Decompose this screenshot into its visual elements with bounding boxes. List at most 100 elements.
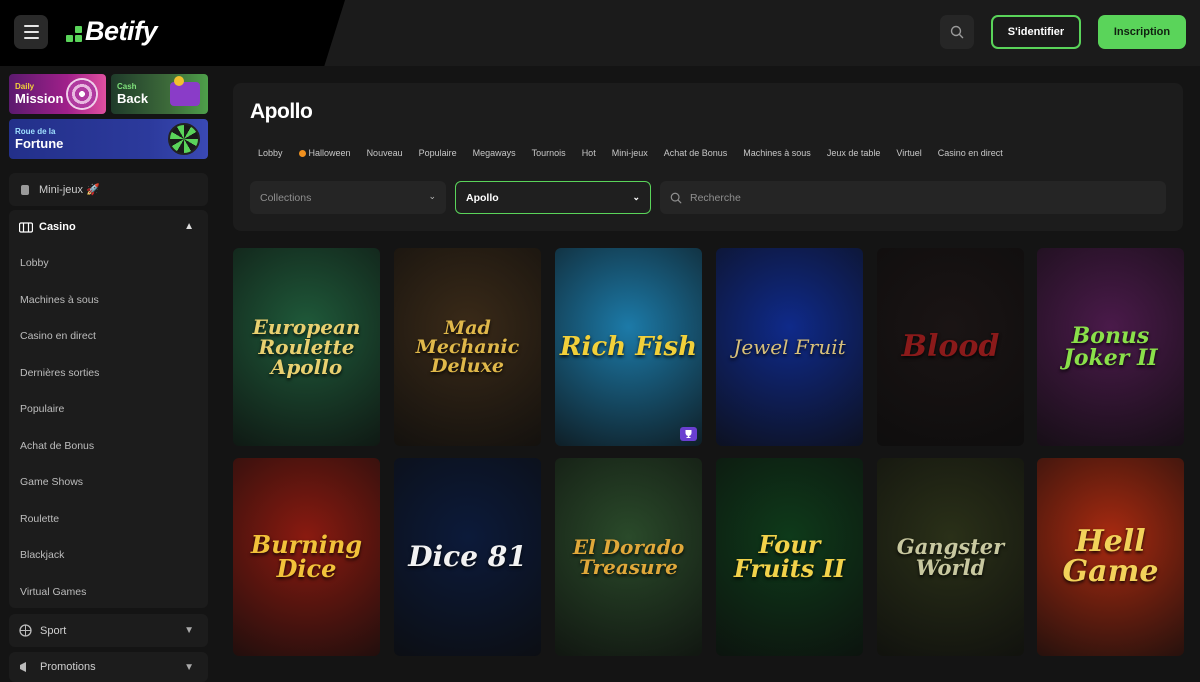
casino-icon xyxy=(19,221,33,233)
sidebar-item-mini-jeux[interactable]: Mini-jeux 🚀 xyxy=(9,173,208,206)
game-title: Jewel Fruit xyxy=(733,335,846,359)
collections-placeholder: Collections xyxy=(260,191,312,204)
sidebar-item-blackjack[interactable]: Blackjack xyxy=(20,549,64,561)
trophy-icon xyxy=(680,427,697,441)
header-brand-area xyxy=(0,0,345,66)
game-search-field[interactable] xyxy=(660,181,1166,214)
game-card[interactable]: Rich Fish xyxy=(555,248,702,446)
tab-megaways[interactable]: Megaways xyxy=(465,144,524,168)
sidebar-item-bonus-buy[interactable]: Achat de Bonus xyxy=(20,440,94,452)
top-header: Betify S'identifier Inscription xyxy=(0,0,1200,66)
tab-nouveau[interactable]: Nouveau xyxy=(359,144,411,168)
game-card[interactable]: Four Fruits II xyxy=(716,458,863,656)
provider-select[interactable]: Apollo ⌄ xyxy=(455,181,651,214)
game-card[interactable]: Bonus Joker II xyxy=(1037,248,1184,446)
game-title: Four Fruits II xyxy=(733,530,846,583)
sidebar-item-roulette[interactable]: Roulette xyxy=(20,513,59,525)
chevron-down-icon[interactable]: ▼ xyxy=(184,625,194,636)
chevron-up-icon[interactable]: ▲ xyxy=(184,221,194,232)
logo-text: Betify xyxy=(85,15,158,46)
casino-section: Casino ▲ Lobby Machines à sous Casino en… xyxy=(9,210,208,608)
sidebar-item-promotions[interactable]: Promotions ▼ xyxy=(9,652,208,682)
chevron-down-icon: ⌄ xyxy=(428,191,436,201)
tab-jeux-table[interactable]: Jeux de table xyxy=(819,144,889,168)
game-title: Burning Dice xyxy=(250,530,363,583)
search-icon[interactable] xyxy=(940,15,974,49)
tab-halloween[interactable]: Halloween xyxy=(291,144,359,168)
fortune-wheel-icon xyxy=(168,123,200,155)
betify-logo[interactable]: Betify xyxy=(66,15,158,46)
promo-cash-small: Cash xyxy=(117,82,137,91)
hamburger-menu-icon[interactable] xyxy=(14,15,48,49)
fortune-wheel-banner[interactable]: Roue de la Fortune xyxy=(9,119,208,159)
sidebar: Daily Mission Cash Back Roue de la Fortu… xyxy=(0,66,218,682)
game-card[interactable]: European Roulette Apollo xyxy=(233,248,380,446)
target-icon xyxy=(66,78,98,110)
promo-cash-big: Back xyxy=(117,91,149,106)
tab-populaire[interactable]: Populaire xyxy=(411,144,465,168)
tab-hot[interactable]: Hot xyxy=(574,144,604,168)
promo-mission-small: Daily xyxy=(15,82,35,91)
sidebar-item-game-shows[interactable]: Game Shows xyxy=(20,476,83,488)
ball-icon xyxy=(19,624,32,637)
provider-panel: Apollo Lobby Halloween Nouveau Populaire… xyxy=(233,83,1183,231)
sidebar-item-latest[interactable]: Dernières sorties xyxy=(20,367,99,379)
sidebar-item-lobby[interactable]: Lobby xyxy=(20,257,49,269)
promo-fortune-big: Fortune xyxy=(15,136,64,151)
daily-mission-banner[interactable]: Daily Mission xyxy=(9,74,106,114)
game-title: Blood xyxy=(901,329,1000,364)
provider-selected-value: Apollo xyxy=(466,191,499,204)
sidebar-item-live-casino[interactable]: Casino en direct xyxy=(20,330,96,342)
chevron-down-icon: ⌄ xyxy=(632,192,640,202)
game-title: Mad Mechanic Deluxe xyxy=(415,316,520,377)
login-button[interactable]: S'identifier xyxy=(991,15,1081,49)
promotions-label: Promotions xyxy=(40,661,96,673)
game-title: Gangster World xyxy=(896,534,1005,580)
wallet-icon xyxy=(170,76,200,106)
game-title: Hell Game xyxy=(1062,524,1159,589)
sidebar-item-virtual-games[interactable]: Virtual Games xyxy=(20,586,86,598)
megaphone-icon xyxy=(20,662,26,672)
game-card[interactable]: El Dorado Treasure xyxy=(555,458,702,656)
game-card[interactable]: Dice 81 xyxy=(394,458,541,656)
game-title: El Dorado Treasure xyxy=(572,535,685,579)
tab-halloween-label: Halloween xyxy=(308,148,351,158)
tab-machines[interactable]: Machines à sous xyxy=(735,144,819,168)
game-card[interactable]: Burning Dice xyxy=(233,458,380,656)
sport-label: Sport xyxy=(40,624,67,637)
game-card[interactable]: Mad Mechanic Deluxe xyxy=(394,248,541,446)
casino-header[interactable]: Casino ▲ xyxy=(9,210,208,243)
mini-jeux-label: Mini-jeux 🚀 xyxy=(39,184,100,196)
sidebar-item-machines[interactable]: Machines à sous xyxy=(20,294,99,306)
pumpkin-icon xyxy=(298,150,306,157)
promo-mission-big: Mission xyxy=(15,91,64,106)
logo-mark-icon xyxy=(66,26,82,42)
tab-mini-jeux[interactable]: Mini-jeux xyxy=(604,144,656,168)
tab-tournois[interactable]: Tournois xyxy=(524,144,574,168)
cashback-banner[interactable]: Cash Back xyxy=(111,74,208,114)
game-card[interactable]: Hell Game xyxy=(1037,458,1184,656)
casino-label: Casino xyxy=(39,220,76,233)
page-title: Apollo xyxy=(250,100,313,123)
person-icon xyxy=(21,184,29,195)
tab-lobby[interactable]: Lobby xyxy=(250,144,291,168)
tab-virtuel[interactable]: Virtuel xyxy=(888,144,929,168)
collections-select[interactable]: Collections ⌄ xyxy=(250,181,446,214)
sidebar-item-popular[interactable]: Populaire xyxy=(20,403,64,415)
game-title: Bonus Joker II xyxy=(1063,323,1158,371)
search-input[interactable] xyxy=(690,191,1150,204)
chevron-down-icon[interactable]: ▼ xyxy=(184,662,194,673)
category-tabs: Lobby Halloween Nouveau Populaire Megawa… xyxy=(250,144,1011,168)
promo-fortune-small: Roue de la xyxy=(15,127,56,136)
search-icon xyxy=(670,192,682,203)
game-card[interactable]: Jewel Fruit xyxy=(716,248,863,446)
game-title: Dice 81 xyxy=(408,540,527,573)
tab-achat-bonus[interactable]: Achat de Bonus xyxy=(656,144,736,168)
sidebar-item-sport[interactable]: Sport ▼ xyxy=(9,614,208,647)
game-card[interactable]: Gangster World xyxy=(877,458,1024,656)
game-card[interactable]: Blood xyxy=(877,248,1024,446)
signup-button[interactable]: Inscription xyxy=(1098,15,1186,49)
game-title: European Roulette Apollo xyxy=(252,315,361,379)
game-title: Rich Fish xyxy=(559,332,698,362)
tab-casino-direct[interactable]: Casino en direct xyxy=(930,144,1011,168)
